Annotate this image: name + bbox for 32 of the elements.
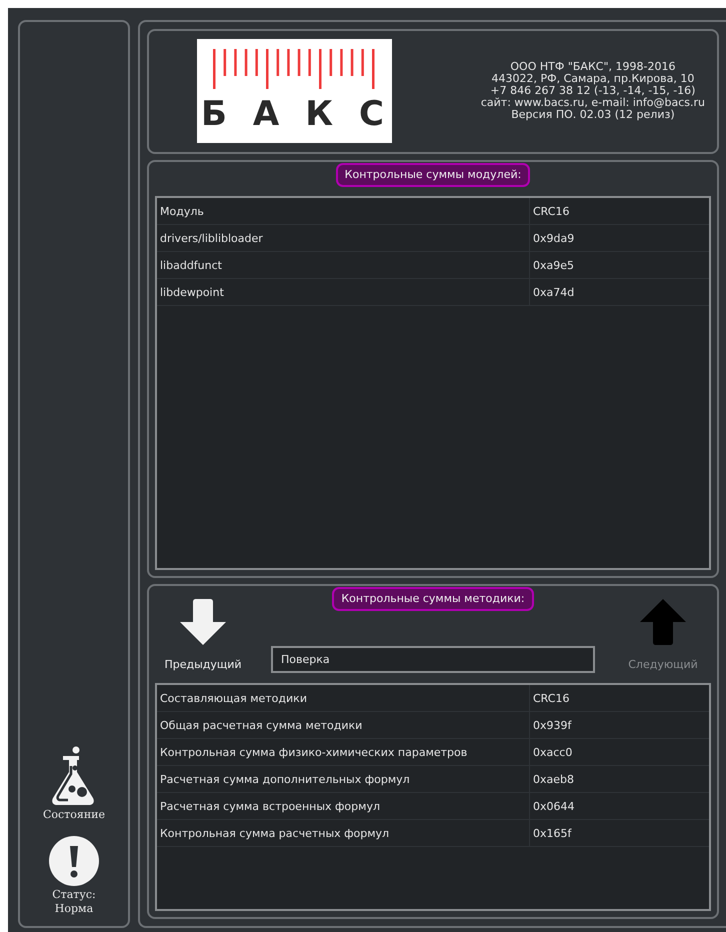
arrow-up-icon: [640, 598, 686, 645]
table-cell: drivers/liblibloader: [157, 224, 530, 251]
table-cell-text: 0x9da9: [532, 230, 576, 247]
sidebar-item[interactable]: Статус: Норма: [49, 836, 99, 916]
company-info: ООО НТФ "БАКС", 1998-2016 443022, РФ, Самара, пр.Кирова, 10 +7 846 267 38 12 (-13, -14, -15, -16) сайт: www.bacs.ru, e-mail: info@bacs.ru Версия ПО. 02.03 (12 релиз): [480, 61, 705, 122]
table-cell: libdewpoint: [157, 278, 530, 305]
table-cell-text: 0xa74d: [532, 284, 576, 301]
table-cell-text: 0xaeb8: [532, 772, 575, 788]
table-cell: Контрольная сумма расчетных формул: [157, 820, 530, 846]
arrow-down-icon: [180, 598, 226, 645]
table-cell-text: 0xacc0: [532, 745, 574, 762]
table-cell-text: CRC16: [532, 204, 570, 220]
sidebar-item[interactable]: Состояние: [42, 746, 106, 822]
table-cell: Контрольная сумма физико-химических параметров: [157, 739, 530, 766]
logo: БАКС: [197, 39, 392, 144]
table-cell-text: CRC16: [532, 691, 570, 708]
table-cell-text: 0x0644: [532, 799, 576, 816]
table-cell: libaddfunct: [157, 252, 530, 278]
table-cell: Расчетная сумма дополнительных формул: [157, 766, 530, 792]
alert-icon: [49, 836, 99, 886]
section-title: Контрольные суммы модулей:: [336, 162, 530, 187]
table-cell-text: 0x939f: [532, 718, 573, 734]
method-field[interactable]: Поверка: [271, 646, 595, 674]
section-title: Контрольные суммы методики:: [332, 586, 534, 611]
table-cell: Общая расчетная сумма методики: [157, 712, 530, 738]
table-cell-text: 0xa9e5: [532, 258, 576, 274]
previous-button[interactable]: Предыдущий: [163, 598, 243, 674]
bars-icon: [212, 49, 376, 90]
table-cell-text: 0x165f: [532, 826, 573, 842]
table-cell: Составляющая методики: [157, 685, 530, 712]
table-cell: Расчетная сумма встроенных формул: [157, 793, 530, 820]
table-cell: Модуль: [157, 198, 530, 224]
